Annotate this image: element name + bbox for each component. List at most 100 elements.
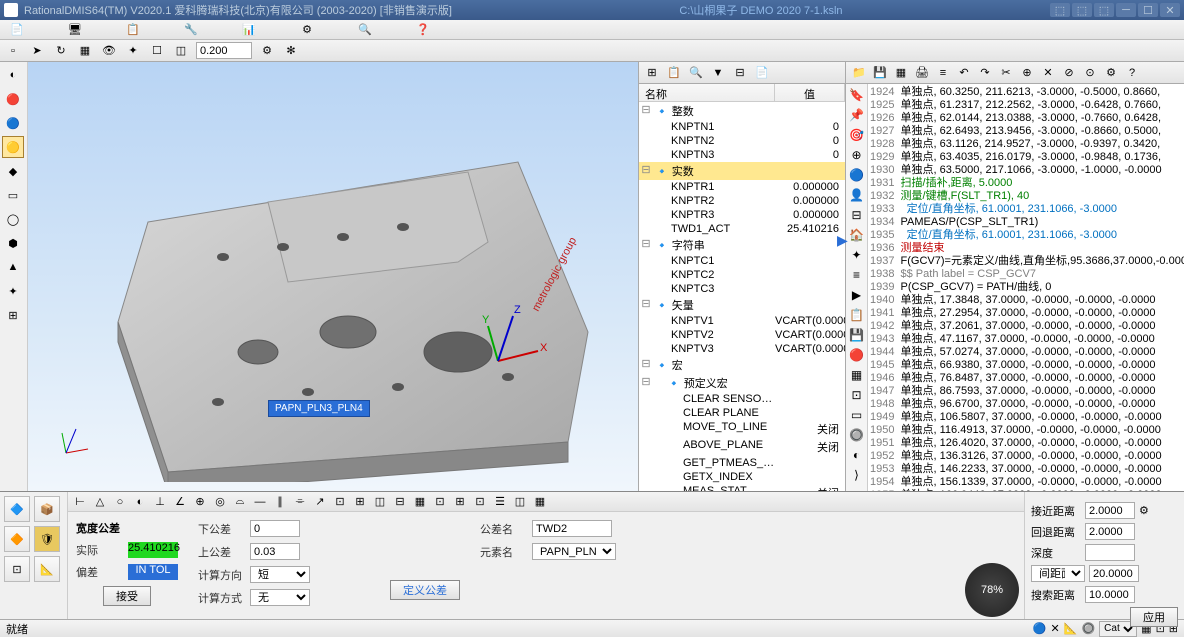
search-input[interactable] bbox=[1085, 586, 1135, 603]
tol-13[interactable]: ↗ bbox=[312, 494, 328, 510]
lt-5[interactable]: ◆ bbox=[2, 160, 24, 182]
ct-3[interactable]: 🎯 bbox=[848, 126, 866, 144]
tb-box[interactable]: ◫ bbox=[172, 42, 190, 60]
tree-col-val[interactable]: 值 bbox=[775, 84, 845, 101]
calcdir-select[interactable]: 短 bbox=[250, 566, 310, 583]
menu-icon-2[interactable]: 🖥 bbox=[66, 21, 84, 39]
lt-1[interactable]: ◐ bbox=[2, 64, 24, 86]
lt-2[interactable]: 🔴 bbox=[2, 88, 24, 110]
tree-item[interactable]: KNPTN30 bbox=[639, 148, 845, 162]
tol-22[interactable]: ☰ bbox=[492, 494, 508, 510]
rh-2[interactable]: 💾 bbox=[871, 64, 889, 82]
tree-item[interactable]: MEAS_STAT关闭 bbox=[639, 484, 845, 491]
ct-10[interactable]: ≡ bbox=[848, 266, 866, 284]
tree-group[interactable]: ⊟🔹 宏 bbox=[639, 356, 845, 374]
tol-23[interactable]: ◫ bbox=[512, 494, 528, 510]
lt-10[interactable]: ✦ bbox=[2, 280, 24, 302]
tol-8[interactable]: ◎ bbox=[212, 494, 228, 510]
rh-7[interactable]: ↷ bbox=[976, 64, 994, 82]
lt-11[interactable]: ⊞ bbox=[2, 304, 24, 326]
lt-4-selected[interactable]: 🟡 bbox=[2, 136, 24, 158]
tree-item[interactable]: TWD1_ACT25.410216 bbox=[639, 222, 845, 236]
mh-5[interactable]: ⊟ bbox=[731, 64, 749, 82]
tol-11[interactable]: ∥ bbox=[272, 494, 288, 510]
ct-15[interactable]: ▦ bbox=[848, 366, 866, 384]
depth-input[interactable] bbox=[1085, 544, 1135, 561]
ct-13[interactable]: 💾 bbox=[848, 326, 866, 344]
tree-item[interactable]: ABOVE_PLANE关闭 bbox=[639, 438, 845, 456]
btn-a[interactable]: ⬚ bbox=[1050, 3, 1070, 17]
rh-3[interactable]: ▦ bbox=[892, 64, 910, 82]
ct-20[interactable]: ⟩ bbox=[848, 466, 866, 484]
code-editor[interactable]: 1924 单独点, 60.3250, 211.6213, -3.0000, -0… bbox=[868, 84, 1184, 491]
menu-icon-4[interactable]: 🔧 bbox=[182, 21, 200, 39]
tree-item[interactable]: GET_PTMEAS_AT bbox=[639, 456, 845, 470]
tol-4[interactable]: ◐ bbox=[132, 494, 148, 510]
mh-1[interactable]: ⊞ bbox=[643, 64, 661, 82]
tree-col-name[interactable]: 名称 bbox=[639, 84, 775, 101]
ct-14[interactable]: 🔴 bbox=[848, 346, 866, 364]
tree-item[interactable]: KNPTV3VCART(0.0000, bbox=[639, 342, 845, 356]
ct-4[interactable]: ⊕ bbox=[848, 146, 866, 164]
tol-18[interactable]: ▦ bbox=[412, 494, 428, 510]
approach-input[interactable] bbox=[1085, 502, 1135, 519]
tol-10[interactable]: — bbox=[252, 494, 268, 510]
minimize-button[interactable]: ─ bbox=[1116, 3, 1136, 17]
lt-9[interactable]: ▲ bbox=[2, 256, 24, 278]
tree-item[interactable]: GETX_INDEX bbox=[639, 470, 845, 484]
rh-8[interactable]: ✂ bbox=[997, 64, 1015, 82]
maximize-button[interactable]: ☐ bbox=[1138, 3, 1158, 17]
tb-gear[interactable]: ⚙ bbox=[258, 42, 276, 60]
tol-17[interactable]: ⊟ bbox=[392, 494, 408, 510]
gap-input[interactable] bbox=[1089, 565, 1139, 582]
menu-icon-5[interactable]: 📊 bbox=[240, 21, 258, 39]
lt-8[interactable]: ⬢ bbox=[2, 232, 24, 254]
tol-19[interactable]: ⊡ bbox=[432, 494, 448, 510]
3d-viewport[interactable]: metrologic group PAPN_PLN3_PLN4 X Y Z bbox=[28, 62, 638, 491]
tb-new[interactable]: ▫ bbox=[4, 42, 22, 60]
tree-item[interactable]: KNPTC3 bbox=[639, 282, 845, 296]
tol-2[interactable]: △ bbox=[92, 494, 108, 510]
rh-4[interactable]: 🖨 bbox=[913, 64, 931, 82]
tb-grid[interactable]: ▦ bbox=[76, 42, 94, 60]
tol-3[interactable]: ○ bbox=[112, 494, 128, 510]
tb-more[interactable]: ✻ bbox=[282, 42, 300, 60]
tree-group[interactable]: ⊟🔹 预定义宏 bbox=[639, 374, 845, 392]
tree-item[interactable]: KNPTV1VCART(0.0000, bbox=[639, 314, 845, 328]
rh-14[interactable]: ? bbox=[1123, 64, 1141, 82]
mh-3[interactable]: 🔍 bbox=[687, 64, 705, 82]
elemname-select[interactable]: PAPN_PLN3_ bbox=[532, 543, 616, 560]
tree-group[interactable]: ⊟🔹 矢量 bbox=[639, 296, 845, 314]
tb-axis[interactable]: ✦ bbox=[124, 42, 142, 60]
rh-11[interactable]: ⊘ bbox=[1060, 64, 1078, 82]
tb-refresh[interactable]: ↻ bbox=[52, 42, 70, 60]
ct-8[interactable]: 🏠 bbox=[848, 226, 866, 244]
ct-16[interactable]: ⊡ bbox=[848, 386, 866, 404]
ct-7[interactable]: ⊟ bbox=[848, 206, 866, 224]
tree-item[interactable]: KNPTC2 bbox=[639, 268, 845, 282]
bi-6[interactable]: 📐 bbox=[34, 556, 60, 582]
bi-1[interactable]: 🔷 bbox=[4, 496, 30, 522]
tol-15[interactable]: ⊞ bbox=[352, 494, 368, 510]
tree-item[interactable]: KNPTN10 bbox=[639, 120, 845, 134]
rh-13[interactable]: ⚙ bbox=[1102, 64, 1120, 82]
lt-6[interactable]: ▭ bbox=[2, 184, 24, 206]
menu-icon-1[interactable]: 📄 bbox=[8, 21, 26, 39]
btn-c[interactable]: ⬚ bbox=[1094, 3, 1114, 17]
tree-item[interactable]: CLEAR PLANE bbox=[639, 406, 845, 420]
tol-12[interactable]: ⌯ bbox=[292, 494, 308, 510]
close-button[interactable]: ✕ bbox=[1160, 3, 1180, 17]
tree-group[interactable]: ⊟🔹 整数 bbox=[639, 102, 845, 120]
rh-6[interactable]: ↶ bbox=[955, 64, 973, 82]
tree-item[interactable]: KNPTV2VCART(0.0000, bbox=[639, 328, 845, 342]
bi-2[interactable]: 📦 bbox=[34, 496, 60, 522]
ct-5[interactable]: 🔵 bbox=[848, 166, 866, 184]
tree-item[interactable]: KNPTC1 bbox=[639, 254, 845, 268]
tb-sel[interactable]: ☐ bbox=[148, 42, 166, 60]
rh-10[interactable]: ✕ bbox=[1039, 64, 1057, 82]
calcmeth-select[interactable]: 无 bbox=[250, 589, 310, 606]
ct-18[interactable]: 🔘 bbox=[848, 426, 866, 444]
tol-5[interactable]: ⊥ bbox=[152, 494, 168, 510]
variable-tree[interactable]: ⊟🔹 整数KNPTN10KNPTN20KNPTN30⊟🔹 实数KNPTR10.0… bbox=[639, 102, 845, 491]
gap-select[interactable]: 间距面 bbox=[1031, 565, 1085, 582]
